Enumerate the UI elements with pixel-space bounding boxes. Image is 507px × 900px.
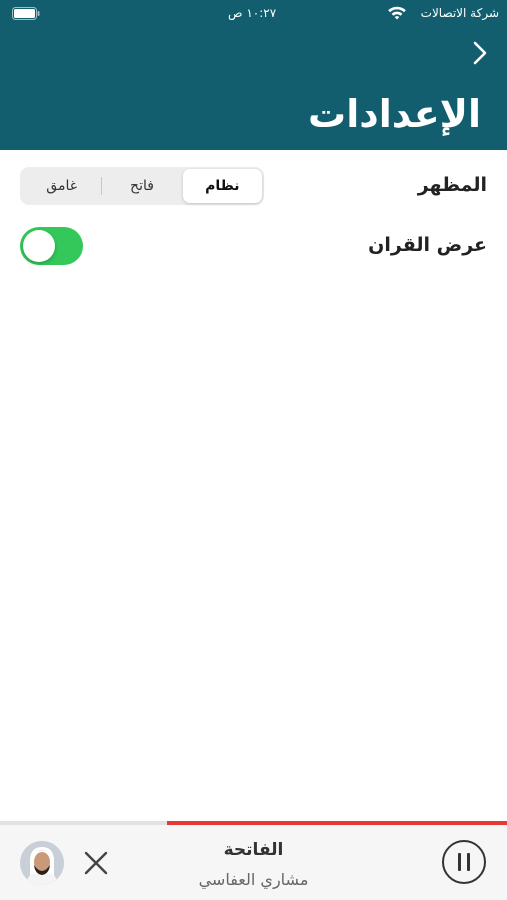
close-icon[interactable] xyxy=(82,849,110,877)
quran-display-label: عرض القران xyxy=(368,234,487,256)
carrier-name: شركة الاتصالات xyxy=(420,6,499,20)
quran-display-toggle[interactable] xyxy=(20,227,83,265)
reciter-avatar-image xyxy=(20,841,64,885)
toggle-knob xyxy=(23,230,55,262)
track-artist: مشاري العفاسي xyxy=(198,870,309,889)
segment-light[interactable]: فاتح xyxy=(102,169,181,203)
progress-track[interactable] xyxy=(0,821,507,825)
chevron-right-icon xyxy=(473,41,487,65)
header: شركة الاتصالات ١٠:٢٧ ص الإعدادات xyxy=(0,0,507,150)
segment-system[interactable]: نظام xyxy=(182,169,262,203)
track-title: الفاتحة xyxy=(223,840,284,860)
wifi-icon xyxy=(388,6,406,20)
back-button[interactable] xyxy=(469,38,491,68)
status-bar: شركة الاتصالات ١٠:٢٧ ص xyxy=(0,0,507,28)
page-title: الإعدادات xyxy=(308,92,481,136)
reciter-avatar[interactable] xyxy=(20,841,64,885)
appearance-label: المظهر xyxy=(417,174,487,196)
battery-icon xyxy=(12,7,40,20)
appearance-segmented-control[interactable]: نظام فاتح غامق xyxy=(20,167,264,205)
segment-dark[interactable]: غامق xyxy=(22,169,101,203)
mini-player: الفاتحة مشاري العفاسي xyxy=(0,821,507,900)
status-time: ١٠:٢٧ ص xyxy=(228,6,277,20)
progress-fill xyxy=(167,821,507,825)
